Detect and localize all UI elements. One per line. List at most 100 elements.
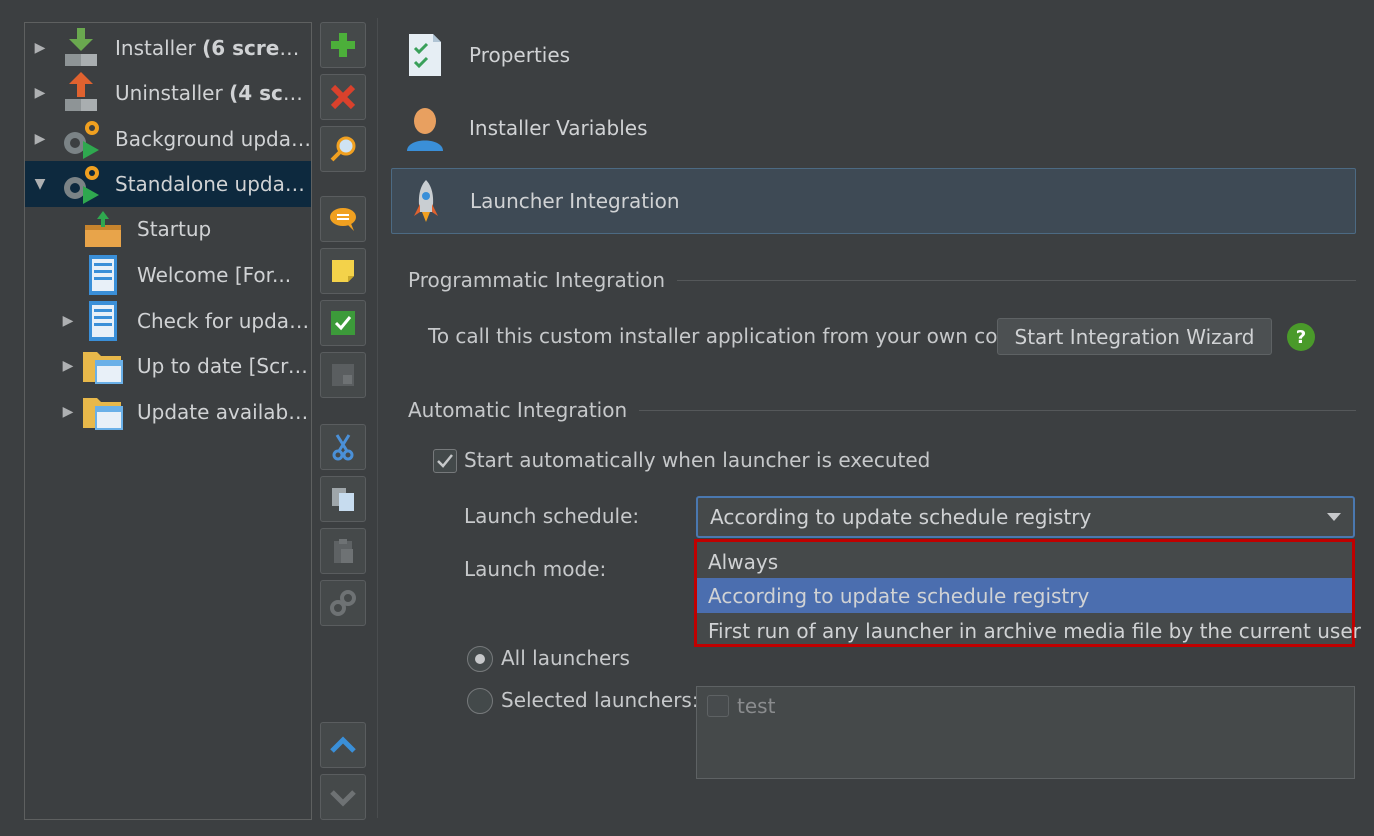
- paste-icon: [334, 539, 353, 563]
- tree-item-label: Update available...: [137, 400, 311, 424]
- tree-item-label: Standalone update ...: [115, 172, 311, 196]
- launch-schedule-dropdown[interactable]: According to update schedule registry: [696, 496, 1355, 538]
- comment-icon: [330, 208, 356, 231]
- delete-button[interactable]: [320, 74, 366, 120]
- cut-icon: [332, 434, 354, 461]
- startup-box-icon: [85, 211, 121, 247]
- search-button[interactable]: [320, 126, 366, 172]
- tree-item-uninstaller[interactable]: ▶ Uninstaller (4 scree...: [25, 70, 311, 116]
- tree-item-startup[interactable]: Startup: [25, 206, 311, 252]
- launcher-checkbox[interactable]: [707, 695, 729, 717]
- launch-schedule-label: Launch schedule:: [464, 504, 640, 528]
- expand-arrow-icon[interactable]: ▶: [61, 313, 75, 329]
- tree-item-background-update[interactable]: ▶ Background update...: [25, 116, 311, 162]
- launch-schedule-value: According to update schedule registry: [710, 505, 1092, 529]
- folder-screen-icon: [83, 352, 123, 384]
- launcher-name: test: [737, 694, 776, 718]
- expand-arrow-icon[interactable]: ▶: [33, 131, 47, 147]
- start-automatically-checkbox[interactable]: [433, 449, 457, 473]
- move-up-button[interactable]: [320, 722, 366, 768]
- note-icon: [332, 260, 354, 282]
- folder-button[interactable]: [320, 352, 366, 398]
- tree-item-label: Uninstaller: [115, 81, 230, 105]
- tree-item-count: (6 scree...: [202, 36, 311, 60]
- checkmark-icon: [437, 454, 453, 468]
- screen-document-icon: [89, 255, 117, 295]
- panel-divider: [377, 18, 378, 818]
- launch-schedule-options-popup: Always According to update schedule regi…: [694, 539, 1361, 648]
- radio-selected-dot: [475, 654, 485, 664]
- properties-icon: [409, 34, 441, 76]
- expand-arrow-icon[interactable]: ▶: [61, 404, 75, 420]
- screen-document-icon: [89, 301, 117, 341]
- group-title: Programmatic Integration: [408, 268, 666, 292]
- selected-launchers-radio[interactable]: [467, 688, 493, 714]
- copy-button[interactable]: [320, 476, 366, 522]
- tree-item-label: Check for updat...: [137, 309, 311, 333]
- comment-button[interactable]: [320, 196, 366, 242]
- group-title: Automatic Integration: [408, 398, 628, 422]
- tree-item-check-for-updates[interactable]: ▶ Check for updat...: [25, 298, 311, 344]
- section-label: Properties: [469, 43, 571, 67]
- cut-button[interactable]: [320, 424, 366, 470]
- rocket-icon: [414, 180, 438, 222]
- tree-item-standalone-update[interactable]: ▼ Standalone update ...: [25, 161, 311, 207]
- folder-screen-icon: [83, 398, 123, 430]
- section-properties[interactable]: Properties: [391, 22, 1356, 88]
- section-launcher-integration[interactable]: Launcher Integration: [391, 168, 1356, 234]
- move-down-button[interactable]: [320, 774, 366, 820]
- delete-icon: [330, 84, 356, 110]
- user-icon: [407, 108, 443, 151]
- help-icon[interactable]: ?: [1287, 323, 1315, 351]
- gears-play-icon: [64, 121, 99, 159]
- section-label: Installer Variables: [469, 116, 648, 140]
- copy-icon: [332, 488, 354, 511]
- collapse-arrow-icon[interactable]: ▼: [33, 176, 47, 192]
- chevron-down-icon[interactable]: [1327, 513, 1341, 521]
- automatic-integration-group: Automatic Integration: [408, 398, 1356, 422]
- tree-item-label: Background update...: [115, 127, 311, 151]
- tree-item-up-to-date[interactable]: ▶ Up to date [Scre...: [25, 343, 311, 389]
- dropdown-option-always[interactable]: Always: [697, 544, 1352, 579]
- link-icon: [330, 590, 356, 616]
- launcher-list[interactable]: test: [696, 686, 1355, 779]
- tree-item-update-available[interactable]: ▶ Update available...: [25, 389, 311, 435]
- section-installer-variables[interactable]: Installer Variables: [391, 95, 1356, 161]
- note-button[interactable]: [320, 248, 366, 294]
- tree-item-label: Installer: [115, 36, 203, 60]
- uninstaller-icon: [65, 72, 97, 111]
- move-down-icon: [330, 790, 356, 807]
- link-button[interactable]: [320, 580, 366, 626]
- gears-play-icon: [64, 166, 99, 204]
- add-icon: [331, 33, 355, 57]
- dropdown-option-first-run[interactable]: First run of any launcher in archive med…: [697, 613, 1361, 648]
- tree-item-label: Startup: [137, 217, 212, 241]
- start-automatically-label[interactable]: Start automatically when launcher is exe…: [464, 448, 930, 472]
- section-label: Launcher Integration: [470, 189, 680, 213]
- expand-arrow-icon[interactable]: ▶: [61, 358, 75, 374]
- search-icon: [330, 136, 356, 162]
- screen-tree[interactable]: ▶ Installer (6 scree... ▶ Uninstaller (4…: [24, 22, 312, 820]
- folder-icon: [332, 364, 354, 386]
- move-up-icon: [330, 736, 356, 753]
- integration-description: To call this custom installer applicatio…: [428, 324, 1030, 348]
- start-integration-wizard-button[interactable]: Start Integration Wizard: [997, 318, 1272, 355]
- check-button[interactable]: [320, 300, 366, 346]
- launch-mode-label: Launch mode:: [464, 557, 607, 581]
- tree-item-label: Up to date [Scre...: [137, 354, 311, 378]
- expand-arrow-icon[interactable]: ▶: [33, 40, 47, 56]
- programmatic-integration-group: Programmatic Integration: [408, 268, 1356, 292]
- dropdown-option-update-schedule-registry[interactable]: According to update schedule registry: [697, 578, 1352, 613]
- tree-item-label: Welcome [For...: [137, 263, 292, 287]
- all-launchers-radio[interactable]: [467, 646, 493, 672]
- expand-arrow-icon[interactable]: ▶: [33, 85, 47, 101]
- tree-item-count: (4 scree...: [229, 81, 311, 105]
- check-icon: [331, 311, 355, 335]
- add-button[interactable]: [320, 22, 366, 68]
- tree-item-installer[interactable]: ▶ Installer (6 scree...: [25, 25, 311, 71]
- paste-button[interactable]: [320, 528, 366, 574]
- installer-icon: [65, 28, 97, 66]
- tree-item-welcome[interactable]: Welcome [For...: [25, 252, 311, 298]
- all-launchers-label[interactable]: All launchers: [501, 646, 630, 670]
- selected-launchers-label[interactable]: Selected launchers:: [501, 688, 699, 712]
